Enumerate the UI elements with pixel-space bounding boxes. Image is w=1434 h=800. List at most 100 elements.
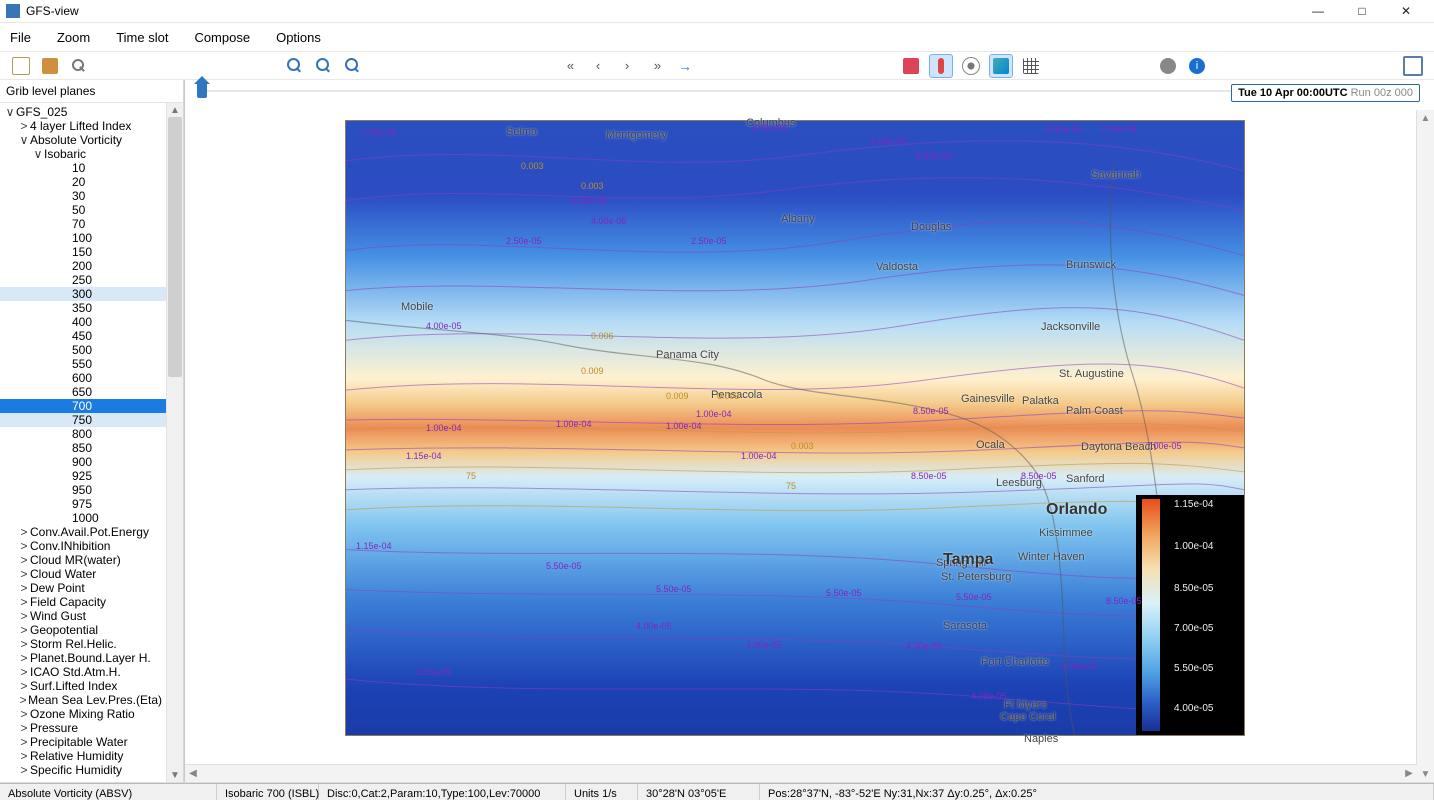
tree-item[interactable]: >4 layer Lifted Index <box>0 119 166 133</box>
map-canvas[interactable]: 1.15e-041.00e-048.50e-057.00e-055.50e-05… <box>345 120 1245 736</box>
main-h-scrollbar[interactable]: ◀ ▶ <box>185 764 1417 782</box>
menu-zoom[interactable]: Zoom <box>53 28 94 47</box>
time-next-button[interactable]: › <box>616 55 638 77</box>
tree-item[interactable]: >ICAO Std.Atm.H. <box>0 665 166 679</box>
tree-item[interactable]: 10 <box>0 161 166 175</box>
tree-item[interactable]: >Cloud MR(water) <box>0 553 166 567</box>
zoom-fit-button[interactable] <box>342 55 364 77</box>
menu-compose[interactable]: Compose <box>190 28 254 47</box>
tree-item[interactable]: 650 <box>0 385 166 399</box>
time-first-button[interactable]: « <box>558 55 580 77</box>
tree-item[interactable]: 150 <box>0 245 166 259</box>
tree-item[interactable]: 500 <box>0 343 166 357</box>
tree-item[interactable]: >Planet.Bound.Layer H. <box>0 651 166 665</box>
tree-item[interactable]: 100 <box>0 231 166 245</box>
tree-item[interactable]: ∨GFS_025 <box>0 105 166 119</box>
chevron-right-icon[interactable]: > <box>18 721 30 735</box>
chevron-right-icon[interactable]: > <box>18 637 30 651</box>
tree-item[interactable]: 800 <box>0 427 166 441</box>
window-close-button[interactable]: ✕ <box>1384 0 1428 22</box>
tree-item[interactable]: 1000 <box>0 511 166 525</box>
tree-item[interactable]: 250 <box>0 273 166 287</box>
tree-item[interactable]: >Storm Rel.Helic. <box>0 637 166 651</box>
tree-item[interactable]: 200 <box>0 259 166 273</box>
chevron-down-icon[interactable]: ∨ <box>32 147 44 161</box>
tree-item[interactable]: >Ozone Mixing Ratio <box>0 707 166 721</box>
scroll-right-icon[interactable]: ▶ <box>1401 765 1417 782</box>
tree-item[interactable]: 450 <box>0 329 166 343</box>
tree-item[interactable]: >Specific Humidity <box>0 763 166 777</box>
tree-item[interactable]: >Wind Gust <box>0 609 166 623</box>
open-file-button[interactable] <box>10 55 32 77</box>
chevron-right-icon[interactable]: > <box>18 679 30 693</box>
tree-item[interactable]: 750 <box>0 413 166 427</box>
settings-button[interactable] <box>1157 55 1179 77</box>
tree-item[interactable]: 975 <box>0 497 166 511</box>
menu-options[interactable]: Options <box>272 28 325 47</box>
chevron-right-icon[interactable]: > <box>18 553 30 567</box>
chevron-right-icon[interactable]: > <box>18 707 30 721</box>
tree-item[interactable]: 20 <box>0 175 166 189</box>
tree-item[interactable]: 550 <box>0 357 166 371</box>
time-play-button[interactable]: → <box>674 55 696 77</box>
tree-item[interactable]: >Field Capacity <box>0 595 166 609</box>
fullscreen-button[interactable] <box>1402 55 1424 77</box>
tree-item[interactable]: >Pressure <box>0 721 166 735</box>
tree-item[interactable]: >Geopotential <box>0 623 166 637</box>
tree-item[interactable]: 350 <box>0 301 166 315</box>
info-button[interactable]: i <box>1186 55 1208 77</box>
tree-item[interactable]: ∨Isobaric <box>0 147 166 161</box>
tree-item[interactable]: 50 <box>0 203 166 217</box>
tree-item[interactable]: >Surf.Lifted Index <box>0 679 166 693</box>
tree-item[interactable]: >Cloud Water <box>0 567 166 581</box>
chevron-right-icon[interactable]: > <box>18 665 30 679</box>
menu-file[interactable]: File <box>6 28 35 47</box>
scroll-up-icon[interactable]: ▲ <box>167 103 183 117</box>
scroll-thumb[interactable] <box>168 117 182 377</box>
chevron-right-icon[interactable]: > <box>18 735 30 749</box>
tree-item[interactable]: >Precipitable Water <box>0 735 166 749</box>
tree-item[interactable]: 700 <box>0 399 166 413</box>
chevron-right-icon[interactable]: > <box>18 749 30 763</box>
zoom-out-button[interactable] <box>313 55 335 77</box>
tree-list[interactable]: ∨GFS_025>4 layer Lifted Index∨Absolute V… <box>0 103 166 782</box>
storm-toggle[interactable] <box>960 55 982 77</box>
chevron-down-icon[interactable]: ∨ <box>4 105 16 119</box>
scroll-down-icon[interactable]: ▼ <box>167 768 183 782</box>
tree-item[interactable]: 70 <box>0 217 166 231</box>
scroll-left-icon[interactable]: ◀ <box>185 765 201 782</box>
tree-item[interactable]: >Conv.Avail.Pot.Energy <box>0 525 166 539</box>
time-last-button[interactable]: » <box>645 55 667 77</box>
calendar-button[interactable] <box>39 55 61 77</box>
tree-item[interactable]: >Dew Point <box>0 581 166 595</box>
precip-toggle[interactable] <box>989 54 1013 78</box>
chevron-right-icon[interactable]: > <box>18 539 30 553</box>
chevron-right-icon[interactable]: > <box>18 623 30 637</box>
chevron-right-icon[interactable]: > <box>18 763 30 777</box>
timeline-handle[interactable] <box>197 82 207 98</box>
menu-time-slot[interactable]: Time slot <box>112 28 172 47</box>
chevron-right-icon[interactable]: > <box>18 581 30 595</box>
tree-item[interactable]: 900 <box>0 455 166 469</box>
tree-item[interactable]: >Conv.INhibition <box>0 539 166 553</box>
chevron-right-icon[interactable]: > <box>18 119 30 133</box>
tree-scrollbar[interactable]: ▲ ▼ <box>166 103 183 782</box>
wind-flag-toggle[interactable] <box>900 55 922 77</box>
search-button[interactable] <box>68 55 90 77</box>
tree-item[interactable]: 950 <box>0 483 166 497</box>
chevron-right-icon[interactable]: > <box>18 651 30 665</box>
tree-item[interactable]: 400 <box>0 315 166 329</box>
chevron-right-icon[interactable]: > <box>18 693 28 707</box>
chevron-down-icon[interactable]: ∨ <box>18 133 30 147</box>
tree-item[interactable]: >Relative Humidity <box>0 749 166 763</box>
chevron-right-icon[interactable]: > <box>18 525 30 539</box>
tree-item[interactable]: 30 <box>0 189 166 203</box>
timeline[interactable]: Tue 10 Apr 00:00UTC Run 00z 000 <box>185 80 1434 110</box>
scroll-down-icon[interactable]: ▼ <box>1417 766 1434 782</box>
scroll-up-icon[interactable]: ▲ <box>1417 110 1434 126</box>
zoom-in-button[interactable] <box>284 55 306 77</box>
window-maximize-button[interactable]: □ <box>1340 0 1384 22</box>
grid-toggle[interactable] <box>1020 55 1042 77</box>
temperature-toggle[interactable] <box>929 54 953 78</box>
chevron-right-icon[interactable]: > <box>18 595 30 609</box>
